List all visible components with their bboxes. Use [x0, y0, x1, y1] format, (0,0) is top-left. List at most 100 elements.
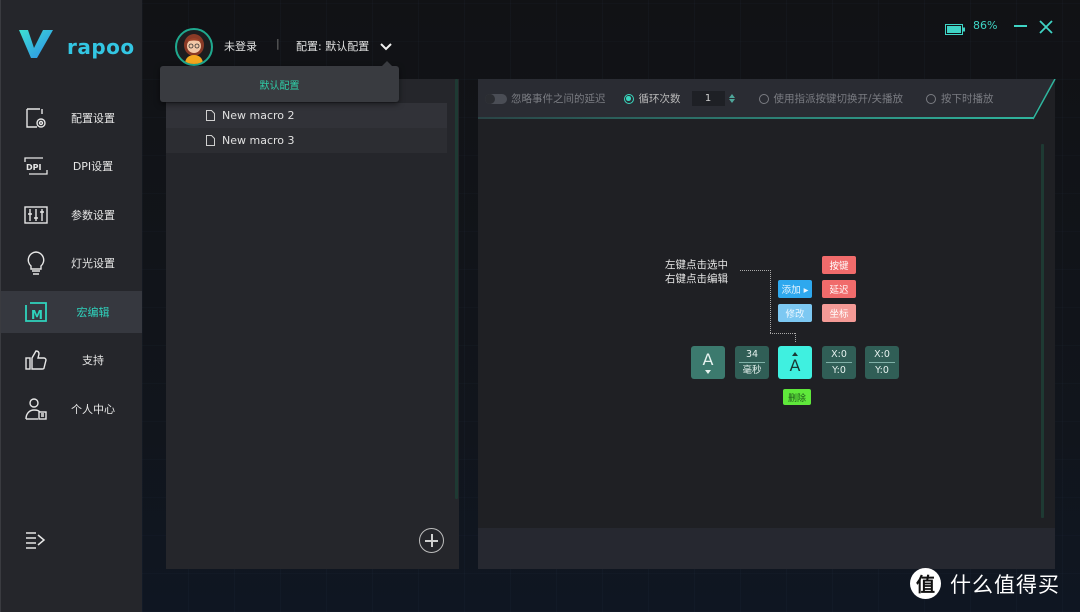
macro-list-item[interactable]: New macro 2: [166, 103, 447, 128]
modify-button[interactable]: 修改: [778, 304, 812, 322]
hint-line: 右键点击编辑: [665, 273, 728, 285]
stepper-up-icon[interactable]: [728, 94, 735, 98]
sidebar-item-label: 个人中心: [71, 403, 115, 416]
hold-play-radio[interactable]: [926, 93, 937, 104]
macro-event-delay[interactable]: 34 毫秒: [735, 346, 769, 379]
sidebar-item-dpi[interactable]: DPI DPI设置: [1, 145, 142, 187]
sidebar-item-label: 配置设置: [71, 112, 115, 125]
divider: [826, 362, 852, 363]
hint-connector: [795, 333, 796, 342]
file-icon: [206, 135, 215, 146]
battery-icon: [945, 20, 966, 35]
toggle-play-radio[interactable]: [758, 93, 769, 104]
editor-footer: [478, 528, 1055, 569]
login-status[interactable]: 未登录: [224, 38, 257, 54]
divider: [739, 362, 765, 363]
delay-unit: 毫秒: [742, 365, 762, 376]
macro-event-key-down[interactable]: A: [691, 346, 725, 379]
macro-event-key-up[interactable]: A: [778, 346, 812, 379]
sidebar-item-support[interactable]: 支持: [1, 339, 142, 381]
loop-radio[interactable]: [623, 93, 634, 104]
svg-text:DPI: DPI: [26, 163, 42, 172]
macro-list-panel: New macro 2 New macro 3: [166, 79, 459, 569]
playback-options: 忽略事件之间的延迟 循环次数 1 使用指派按键切换开/关播放 按下时播放: [485, 91, 994, 106]
logo: rapoo: [19, 27, 135, 59]
watermark-text: 什么值得买: [950, 572, 1060, 597]
lightbulb-icon: [23, 250, 49, 276]
sidebar-item-label: 支持: [82, 354, 104, 367]
coord-y: Y:0: [832, 365, 846, 376]
minimize-button[interactable]: [1014, 25, 1027, 27]
insert-key-button[interactable]: 按键: [822, 256, 856, 274]
macro-event-coord[interactable]: X:0 Y:0: [822, 346, 856, 379]
sidebar-item-parameters[interactable]: 参数设置: [1, 194, 142, 236]
sidebar-item-label: DPI设置: [72, 160, 114, 173]
brand-name: rapoo: [67, 35, 135, 59]
rapoo-v-logo-icon: [19, 30, 53, 58]
svg-text:M: M: [31, 308, 43, 322]
loop-count-input[interactable]: 1: [691, 91, 725, 106]
event-key: A: [789, 355, 801, 375]
sidebar: rapoo 配置设置 DPI DPI设置 参数设置 灯光设置 M 宏编辑 支持: [0, 0, 142, 612]
add-button[interactable]: 添加 ▸: [778, 280, 812, 298]
delay-value: 34: [745, 349, 759, 360]
dpi-icon: DPI: [23, 153, 49, 179]
macro-list: New macro 2 New macro 3: [166, 103, 447, 153]
ignore-delay-toggle[interactable]: [485, 93, 507, 104]
watermark: 值 什么值得买: [910, 568, 1060, 599]
event-key: A: [702, 349, 714, 369]
insert-delay-button[interactable]: 延迟: [822, 280, 856, 298]
sidebar-item-profile-settings[interactable]: 配置设置: [1, 97, 142, 139]
profile-settings-icon: [23, 105, 49, 131]
menu-expand-icon: [26, 532, 46, 549]
loop-count-stepper[interactable]: [727, 91, 737, 106]
sidebar-item-macro-editor[interactable]: M 宏编辑: [1, 291, 142, 333]
ignore-delay-label: 忽略事件之间的延迟: [511, 93, 606, 105]
sidebar-item-label: 灯光设置: [71, 257, 115, 270]
hint-connector: [770, 270, 771, 333]
macro-name: New macro 2: [222, 109, 295, 122]
toolbar-accent-line: [478, 117, 1033, 119]
hint-connector: [740, 270, 771, 271]
avatar[interactable]: [175, 28, 213, 66]
sidebar-item-user-center[interactable]: 个人中心: [1, 388, 142, 430]
collapse-sidebar-button[interactable]: [24, 530, 46, 550]
sidebar-item-label: 参数设置: [71, 209, 115, 222]
add-macro-button[interactable]: [419, 528, 444, 553]
profile-dropdown: 默认配置: [160, 61, 399, 102]
macro-name: New macro 3: [222, 134, 295, 147]
insert-coord-button[interactable]: 坐标: [822, 304, 856, 322]
macro-icon: M: [23, 299, 49, 325]
stepper-down-icon[interactable]: [728, 99, 735, 103]
sidebar-item-label: 宏编辑: [76, 306, 110, 319]
file-icon: [206, 110, 215, 121]
macro-event-coord[interactable]: X:0 Y:0: [865, 346, 899, 379]
macro-list-scrollbar[interactable]: [455, 79, 458, 499]
macro-editor-panel: 忽略事件之间的延迟 循环次数 1 使用指派按键切换开/关播放 按下时播放: [478, 79, 1056, 569]
toggle-play-label: 使用指派按键切换开/关播放: [773, 93, 904, 105]
profile-selector[interactable]: 配置: 默认配置: [296, 38, 369, 54]
macro-list-item[interactable]: New macro 3: [166, 128, 447, 153]
user-center-icon: [23, 396, 49, 422]
loop-label: 循环次数: [638, 93, 681, 105]
coord-y: Y:0: [875, 365, 889, 376]
sliders-icon: [23, 202, 49, 228]
sidebar-item-lighting[interactable]: 灯光设置: [1, 242, 142, 284]
coord-x: X:0: [831, 349, 847, 360]
user-avatar-icon: [184, 34, 204, 64]
battery-percent: 86%: [973, 19, 998, 32]
thumbs-up-icon: [23, 347, 49, 373]
hold-play-label: 按下时播放: [941, 93, 994, 105]
hint-line: 左键点击选中: [665, 259, 728, 271]
profile-option-default[interactable]: 默认配置: [160, 77, 399, 92]
header-separator: |: [276, 37, 280, 50]
editor-scrollbar[interactable]: [1041, 144, 1044, 518]
coord-x: X:0: [874, 349, 890, 360]
watermark-badge: 值: [910, 568, 941, 599]
toolbar-corner-accent: [1032, 79, 1056, 120]
chevron-down-icon[interactable]: [379, 38, 393, 51]
divider: [869, 362, 895, 363]
hint-connector: [770, 333, 795, 334]
delete-event-button[interactable]: 删除: [783, 389, 811, 405]
close-button[interactable]: [1039, 19, 1053, 34]
